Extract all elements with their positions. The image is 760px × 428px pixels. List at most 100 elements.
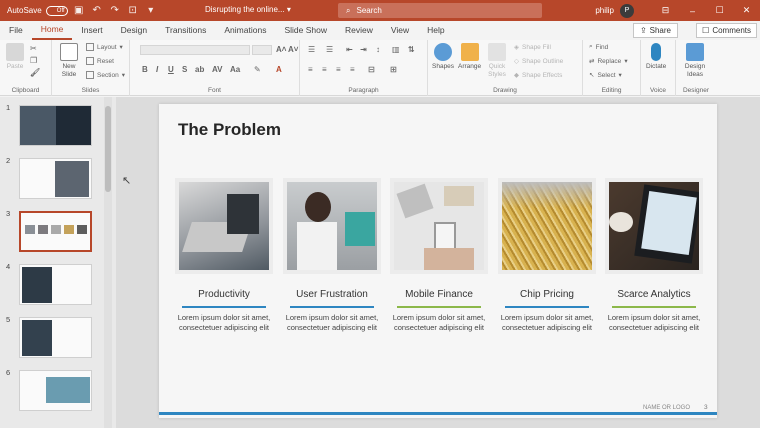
bold-icon[interactable]: B	[142, 65, 148, 74]
document-title[interactable]: Disrupting the online... ▾	[205, 5, 291, 14]
char-spacing-icon[interactable]: AV	[212, 65, 223, 74]
card-scarce-analytics[interactable]: Scarce Analytics Lorem ipsum dolor sit a…	[605, 178, 703, 333]
card-mobile-finance[interactable]: Mobile Finance Lorem ipsum dolor sit ame…	[390, 178, 488, 333]
microphone-icon	[651, 43, 662, 61]
shape-fill-button[interactable]: ◈ Shape Fill	[514, 43, 551, 52]
card-accent-line	[290, 306, 374, 308]
card-image	[283, 178, 381, 274]
tab-transitions[interactable]: Transitions	[156, 21, 215, 40]
autosave-toggle[interactable]: Off	[45, 5, 68, 16]
comments-button[interactable]: ☐ Comments	[696, 23, 757, 38]
bullets-icon[interactable]: ☰	[308, 45, 315, 54]
customize-toolbar-icon[interactable]: ▾	[144, 4, 158, 18]
tab-animations[interactable]: Animations	[215, 21, 275, 40]
decrease-font-icon[interactable]: A˅	[288, 45, 298, 54]
title-bar: AutoSave Off ▣ ↶ ↷ ⊡ ▾ Disrupting the on…	[0, 0, 760, 21]
section-button[interactable]: Section ▾	[86, 71, 125, 79]
username[interactable]: philip	[595, 6, 614, 15]
slide-thumbnail-6[interactable]	[19, 370, 92, 411]
tab-slide-show[interactable]: Slide Show	[275, 21, 336, 40]
slide-thumbnail-1[interactable]	[19, 105, 92, 146]
select-button[interactable]: ↖ Select ▾	[589, 71, 622, 80]
minimize-icon[interactable]: –	[679, 0, 706, 21]
align-text-icon[interactable]: ⊟	[368, 65, 375, 74]
shapes-button[interactable]: Shapes	[432, 43, 454, 71]
thumbnail-scrollbar-thumb[interactable]	[105, 106, 111, 192]
tab-file[interactable]: File	[0, 21, 32, 40]
change-case-icon[interactable]: Aa	[230, 65, 240, 74]
tab-review[interactable]: Review	[336, 21, 382, 40]
align-left-icon[interactable]: ≡	[308, 65, 313, 74]
slide-thumbnail-4[interactable]	[19, 264, 92, 305]
underline-icon[interactable]: U	[168, 65, 174, 74]
reset-button[interactable]: Reset	[86, 57, 114, 65]
font-group: A˄ A˅ B I U S ab AV Aa ✎ A Font	[130, 40, 300, 96]
tab-design[interactable]: Design	[112, 21, 156, 40]
select-icon: ↖	[589, 72, 595, 79]
save-icon[interactable]: ▣	[72, 4, 86, 18]
slide-thumbnail-2[interactable]	[19, 158, 92, 199]
increase-indent-icon[interactable]: ⇥	[360, 45, 367, 54]
editing-label: Editing	[601, 87, 622, 94]
present-icon[interactable]: ⊡	[126, 4, 140, 18]
font-name-select[interactable]	[140, 45, 250, 55]
thumb-number: 5	[6, 315, 11, 324]
layout-button[interactable]: Layout ▾	[86, 43, 123, 51]
shape-outline-button[interactable]: ◇ Shape Outline	[514, 57, 563, 66]
slide-3[interactable]: The Problem Productivity Lorem ipsum dol…	[159, 104, 717, 418]
font-size-select[interactable]	[252, 45, 272, 55]
arrange-button[interactable]: Arrange	[458, 43, 481, 71]
search-placeholder: Search	[356, 6, 382, 15]
tab-insert[interactable]: Insert	[72, 21, 111, 40]
align-center-icon[interactable]: ≡	[322, 65, 327, 74]
smartart-icon[interactable]: ⊞	[390, 65, 397, 74]
redo-icon[interactable]: ↷	[108, 4, 122, 18]
justify-icon[interactable]: ≡	[350, 65, 355, 74]
dictate-button[interactable]: Dictate	[646, 43, 666, 71]
format-painter-icon[interactable]: 🖌	[30, 68, 40, 77]
maximize-icon[interactable]: ☐	[706, 0, 733, 21]
slide-title[interactable]: The Problem	[178, 120, 281, 140]
highlight-icon[interactable]: ✎	[254, 65, 261, 74]
design-ideas-button[interactable]: Design Ideas	[680, 43, 710, 79]
decrease-indent-icon[interactable]: ⇤	[346, 45, 353, 54]
new-slide-button[interactable]: New Slide	[58, 43, 80, 79]
ribbon-display-icon[interactable]: ⊟	[652, 0, 679, 21]
search-box[interactable]: ⌕ Search	[338, 3, 542, 18]
footer-accent-bar	[159, 412, 717, 415]
replace-button[interactable]: ⇄ Replace ▾	[589, 57, 628, 66]
font-color-icon[interactable]: A	[276, 65, 282, 74]
card-productivity[interactable]: Productivity Lorem ipsum dolor sit amet,…	[175, 178, 273, 333]
new-slide-icon	[60, 43, 78, 61]
text-direction-icon[interactable]: ⇅	[408, 45, 415, 54]
tab-home[interactable]: Home	[31, 21, 73, 40]
quick-styles-button[interactable]: Quick Styles	[486, 43, 508, 79]
drawing-label: Drawing	[493, 87, 517, 94]
thumb-number: 3	[6, 209, 11, 218]
close-icon[interactable]: ✕	[733, 0, 760, 21]
shape-effects-button[interactable]: ◆ Shape Effects	[514, 71, 562, 80]
slide-thumbnail-5[interactable]	[19, 317, 92, 358]
shadow-icon[interactable]: ab	[195, 65, 204, 74]
slide-thumbnail-3[interactable]	[19, 211, 92, 252]
card-user-frustration[interactable]: User Frustration Lorem ipsum dolor sit a…	[283, 178, 381, 333]
cut-icon[interactable]: ✂	[30, 44, 37, 53]
increase-font-icon[interactable]: A˄	[276, 45, 286, 54]
find-button[interactable]: ⌕ Find	[589, 43, 608, 51]
italic-icon[interactable]: I	[156, 65, 158, 74]
paste-button[interactable]: Paste	[6, 43, 24, 71]
card-chip-pricing[interactable]: Chip Pricing Lorem ipsum dolor sit amet,…	[498, 178, 596, 333]
copy-icon[interactable]: ❐	[30, 56, 37, 65]
avatar[interactable]: P	[620, 3, 634, 18]
share-button[interactable]: ⇪ Share	[632, 23, 678, 38]
tab-view[interactable]: View	[382, 21, 418, 40]
align-right-icon[interactable]: ≡	[336, 65, 341, 74]
strikethrough-icon[interactable]: S	[182, 65, 187, 74]
columns-icon[interactable]: ▥	[392, 45, 400, 54]
tab-help[interactable]: Help	[418, 21, 453, 40]
numbering-icon[interactable]: ☰	[326, 45, 333, 54]
undo-icon[interactable]: ↶	[90, 4, 104, 18]
search-icon: ⌕	[346, 5, 351, 15]
line-spacing-icon[interactable]: ↕	[376, 45, 380, 54]
card-title: Chip Pricing	[520, 289, 574, 300]
